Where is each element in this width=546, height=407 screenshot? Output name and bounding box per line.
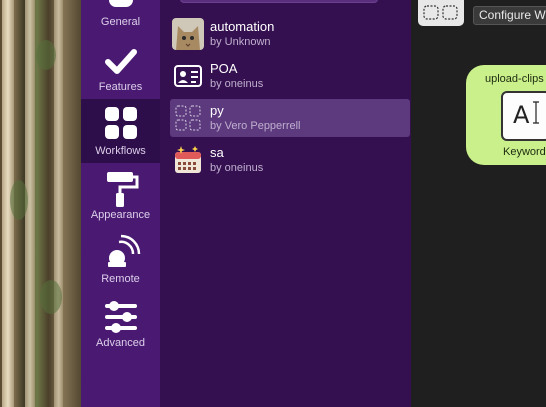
workflow-name: automation <box>210 19 275 34</box>
workflow-author: by Unknown <box>210 36 271 48</box>
foliage <box>10 180 28 220</box>
configure-workflow-button[interactable]: Configure Wo <box>473 6 546 25</box>
node-glyph: A <box>513 101 530 129</box>
workflow-row-py[interactable]: py by Vero Pepperrell <box>170 99 410 137</box>
toolbar-button[interactable] <box>418 0 464 26</box>
node-title: upload-clips <box>485 73 544 85</box>
keyword-input-icon: A <box>501 91 546 141</box>
workflow-author: by Vero Pepperrell <box>210 120 301 132</box>
desktop-background <box>0 0 81 407</box>
workflow-node[interactable]: upload-clips A Keyword <box>466 65 546 165</box>
grid-icon <box>104 107 137 139</box>
sidebar-item-advanced[interactable]: Advanced <box>81 294 160 358</box>
workflow-row-sa[interactable]: sa by oneinus <box>170 141 410 179</box>
preferences-sidebar: General Features Workflows Appearance Re… <box>81 0 160 407</box>
workflow-row-automation[interactable]: automation by Unknown <box>170 15 410 53</box>
sidebar-item-label: Remote <box>101 273 140 285</box>
switch-icon <box>108 0 133 7</box>
sidebar-item-label: Appearance <box>90 209 151 221</box>
dashed-grid-icon <box>423 5 458 20</box>
workflow-list: automation by Unknown POA by oneinus py … <box>160 0 411 407</box>
checkmark-icon <box>104 49 137 74</box>
sidebar-item-label: Features <box>98 81 143 93</box>
sidebar-item-label: General <box>100 16 141 28</box>
workflow-author: by oneinus <box>210 162 264 174</box>
sidebar-item-label: Advanced <box>96 337 145 349</box>
workflow-name: POA <box>210 61 238 76</box>
sidebar-item-remote[interactable]: Remote <box>81 230 160 294</box>
dashed-grid-icon <box>172 102 204 134</box>
workflow-name: py <box>210 103 224 118</box>
workflow-author: by oneinus <box>210 78 264 90</box>
sidebar-item-appearance[interactable]: Appearance <box>81 165 160 229</box>
remote-signal-icon <box>107 234 140 267</box>
workflow-name: sa <box>210 145 224 160</box>
foliage <box>36 40 56 70</box>
paint-roller-icon <box>106 172 138 207</box>
cat-photo-icon <box>172 18 204 50</box>
calendar-icon <box>172 144 204 176</box>
node-footer: Keyword <box>503 146 546 158</box>
id-card-icon <box>172 60 204 92</box>
text-cursor-icon <box>533 101 539 124</box>
foliage <box>40 280 62 314</box>
search-input[interactable] <box>180 0 378 3</box>
sidebar-item-features[interactable]: Features <box>81 40 160 104</box>
sidebar-item-workflows[interactable]: Workflows <box>81 99 160 163</box>
workflow-canvas[interactable]: Configure Wo upload-clips A Keyword <box>411 0 546 407</box>
sidebar-item-label: Workflows <box>95 145 146 157</box>
workflow-row-poa[interactable]: POA by oneinus <box>170 57 410 95</box>
tree-trunk <box>54 0 63 407</box>
sliders-icon <box>104 301 137 333</box>
